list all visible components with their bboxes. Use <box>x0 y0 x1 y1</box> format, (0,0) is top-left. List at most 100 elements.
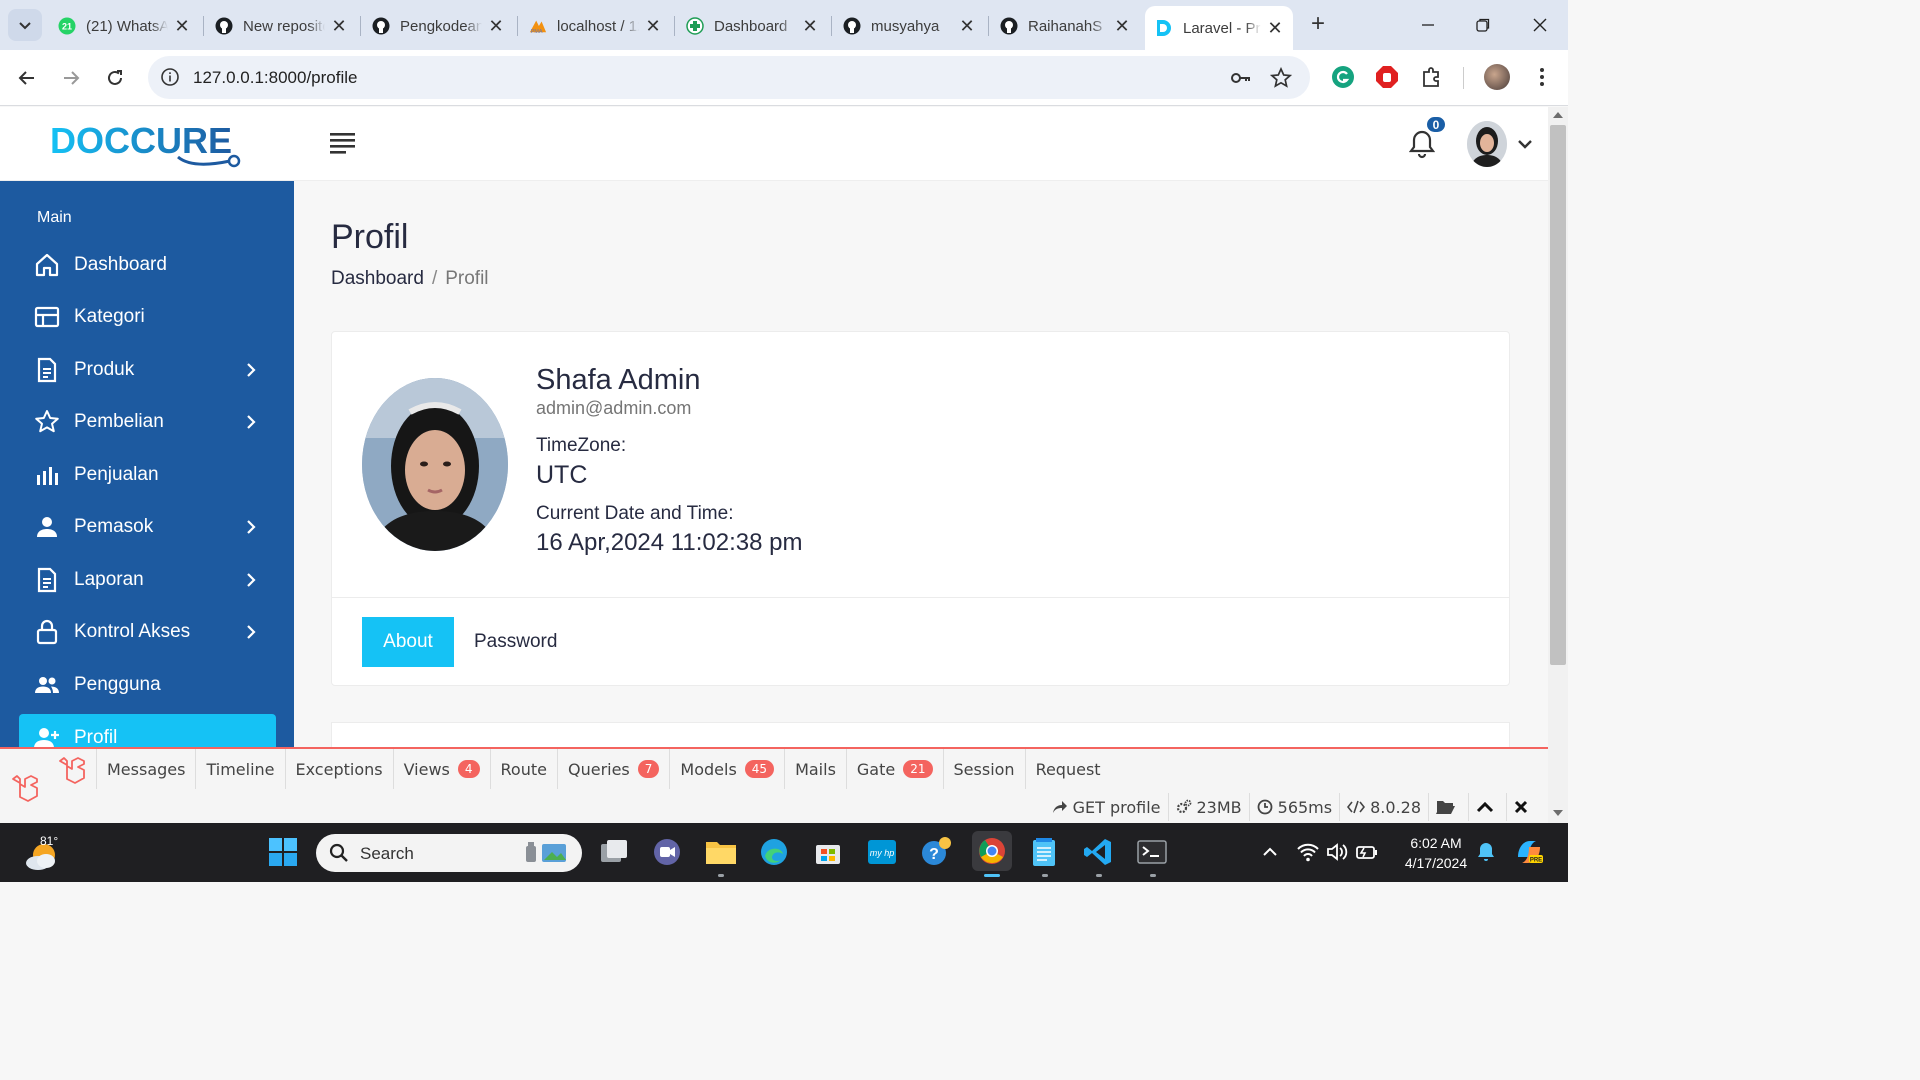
address-bar[interactable]: 127.0.0.1:8000/profile <box>148 56 1310 99</box>
close-tab-icon[interactable]: ✕ <box>1114 16 1130 37</box>
datetime-label: Current Date and Time: <box>536 503 734 524</box>
reload-button[interactable] <box>99 62 131 94</box>
minimize-button[interactable] <box>1413 10 1443 40</box>
browser-tab-pengkodean[interactable]: Pengkodean ✕ <box>362 6 514 46</box>
extensions-puzzle-icon[interactable] <box>1420 65 1444 89</box>
document-icon <box>33 566 61 594</box>
battery-icon[interactable] <box>1355 840 1379 864</box>
sidebar-item-pembelian[interactable]: Pembelian <box>19 398 276 446</box>
password-key-icon[interactable] <box>1230 67 1252 89</box>
close-tab-icon[interactable]: ✕ <box>488 16 504 37</box>
sidebar-item-kontrol-akses[interactable]: Kontrol Akses <box>19 608 276 656</box>
debugbar-tab-exceptions[interactable]: Exceptions <box>284 749 393 789</box>
debugbar-tab-views[interactable]: Views 4 <box>392 749 490 789</box>
tray-overflow-chevron-icon[interactable] <box>1258 840 1282 864</box>
adblock-icon[interactable] <box>1375 65 1399 89</box>
breadcrumb-dashboard-link[interactable]: Dashboard <box>331 268 424 289</box>
debugbar-time[interactable]: 565ms <box>1248 793 1339 821</box>
scroll-up-icon[interactable] <box>1553 112 1563 118</box>
sidebar-toggle-icon[interactable] <box>330 132 356 154</box>
debugbar-tab-queries[interactable]: Queries 7 <box>556 749 669 789</box>
tab-search-button[interactable] <box>8 9 42 41</box>
forward-button[interactable] <box>55 62 87 94</box>
browser-tab-new-repository[interactable]: New repository ✕ <box>205 6 357 46</box>
taskbar-chrome[interactable] <box>972 831 1012 871</box>
notification-bell-icon[interactable] <box>1474 840 1498 864</box>
browser-tab-musyahya[interactable]: musyahya ✕ <box>833 6 985 46</box>
doccure-logo[interactable]: DOCCURE <box>50 119 250 169</box>
debugbar-close[interactable] <box>1506 793 1540 821</box>
sidebar-item-profil[interactable]: Profil <box>19 714 276 747</box>
wifi-icon[interactable] <box>1296 840 1320 864</box>
browser-tab-laravel-profile[interactable]: Laravel - Profile ✕ <box>1145 6 1293 50</box>
taskbar-teams[interactable] <box>650 835 684 869</box>
scrollbar-thumb[interactable] <box>1550 125 1566 665</box>
taskbar-myhp[interactable]: my hp <box>865 835 899 869</box>
debugbar-memory[interactable]: 23MB <box>1167 793 1249 821</box>
scroll-down-icon[interactable] <box>1553 810 1563 816</box>
profile-name: Shafa Admin <box>536 364 701 396</box>
task-view-button[interactable] <box>597 835 631 869</box>
sidebar-item-penjualan[interactable]: Penjualan <box>19 451 276 499</box>
new-tab-button[interactable]: + <box>1305 12 1331 38</box>
laravel-logo-icon[interactable] <box>57 755 87 785</box>
volume-icon[interactable] <box>1325 840 1349 864</box>
browser-tab-phpmyadmin[interactable]: PMA localhost / 127.0.0.1 ✕ <box>519 6 671 46</box>
restore-button[interactable] <box>1468 10 1498 40</box>
close-tab-icon[interactable]: ✕ <box>174 16 190 37</box>
close-window-button[interactable] <box>1525 10 1555 40</box>
sidebar-item-produk[interactable]: Produk <box>19 346 276 394</box>
close-tab-icon[interactable]: ✕ <box>1267 18 1283 39</box>
browser-tab-raihanahs[interactable]: RaihanahS ✕ <box>990 6 1140 46</box>
browser-tab-whatsapp[interactable]: 21 (21) WhatsApp ✕ <box>48 6 200 46</box>
page-scrollbar[interactable] <box>1548 107 1568 823</box>
taskbar-file-explorer[interactable] <box>704 835 738 869</box>
taskbar-get-help[interactable]: ? <box>919 835 953 869</box>
debugbar-tab-mails[interactable]: Mails <box>784 749 846 789</box>
taskbar-vscode[interactable] <box>1081 835 1115 869</box>
tab-about[interactable]: About <box>362 617 454 667</box>
debugbar-request[interactable]: GET profile <box>1045 793 1168 821</box>
debugbar-tab-gate[interactable]: Gate 21 <box>845 749 943 789</box>
taskbar-store[interactable] <box>811 835 845 869</box>
close-tab-icon[interactable]: ✕ <box>645 16 661 37</box>
debugbar-tab-request[interactable]: Request <box>1024 749 1111 789</box>
profile-email: admin@admin.com <box>536 398 692 418</box>
taskbar-edge[interactable] <box>757 835 791 869</box>
copilot-icon[interactable]: PRE <box>1514 837 1544 867</box>
close-tab-icon[interactable]: ✕ <box>802 16 818 37</box>
sidebar-item-dashboard[interactable]: Dashboard <box>19 241 276 289</box>
tab-password[interactable]: Password <box>474 617 557 667</box>
url-text[interactable]: 127.0.0.1:8000/profile <box>193 68 357 88</box>
close-tab-icon[interactable]: ✕ <box>959 16 975 37</box>
debugbar-tab-timeline[interactable]: Timeline <box>195 749 284 789</box>
start-button[interactable] <box>266 835 300 869</box>
back-button[interactable] <box>11 62 43 94</box>
bookmark-star-icon[interactable] <box>1270 67 1292 89</box>
laravel-logo-icon[interactable] <box>10 773 40 803</box>
taskbar-clock[interactable]: 6:02 AM 4/17/2024 <box>1398 833 1474 873</box>
grammarly-icon[interactable] <box>1331 65 1355 89</box>
taskbar-terminal[interactable] <box>1135 835 1169 869</box>
chevron-down-icon[interactable] <box>1516 135 1534 153</box>
profile-avatar[interactable] <box>1484 64 1510 90</box>
sidebar-item-laporan[interactable]: Laporan <box>19 556 276 604</box>
taskbar-search[interactable]: Search <box>316 834 582 872</box>
close-tab-icon[interactable]: ✕ <box>331 16 347 37</box>
more-menu-icon[interactable] <box>1530 65 1554 89</box>
sidebar-item-pengguna[interactable]: Pengguna <box>19 661 276 709</box>
debugbar-tab-route[interactable]: Route <box>489 749 557 789</box>
sidebar-item-kategori[interactable]: Kategori <box>19 293 276 341</box>
debugbar-maximize[interactable] <box>1468 793 1506 821</box>
site-info-icon[interactable] <box>160 67 180 87</box>
debugbar-open-folder[interactable] <box>1428 793 1468 821</box>
browser-tab-dashboard[interactable]: Dashboard ✕ <box>676 6 828 46</box>
debugbar-tab-session[interactable]: Session <box>942 749 1025 789</box>
taskbar-notepad[interactable] <box>1027 835 1061 869</box>
header-user-avatar[interactable] <box>1467 121 1507 167</box>
debugbar-php-version[interactable]: 8.0.28 <box>1339 793 1428 821</box>
debugbar-tab-models[interactable]: Models 45 <box>669 749 784 789</box>
profile-photo <box>362 378 508 551</box>
sidebar-item-pemasok[interactable]: Pemasok <box>19 503 276 551</box>
debugbar-tab-messages[interactable]: Messages <box>96 749 195 789</box>
